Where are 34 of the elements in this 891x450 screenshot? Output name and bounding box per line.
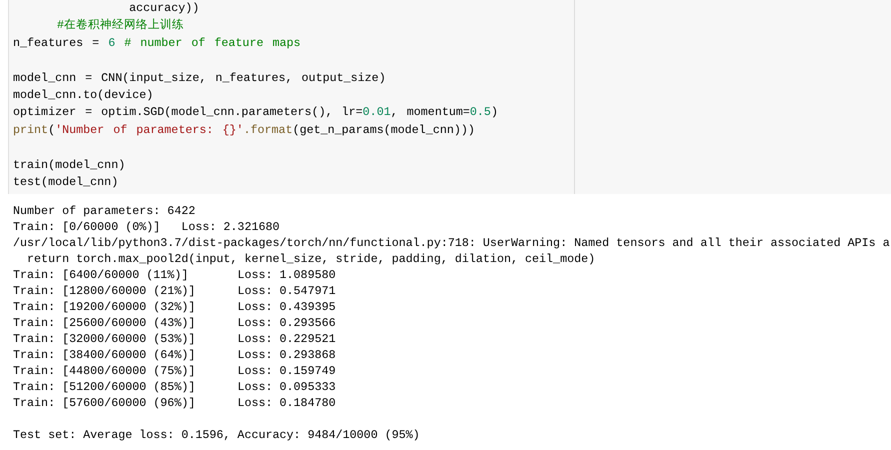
output-line: Train: [51200/60000 (85%)] Loss: 0.095333 [13, 379, 337, 395]
output-line: Train: [38400/60000 (64%)] Loss: 0.293868 [13, 347, 337, 363]
code-token: .format [243, 122, 293, 137]
output-line: Train: [19200/60000 (32%)] Loss: 0.439395 [13, 299, 337, 315]
code-token: # number of feature maps [123, 36, 301, 50]
code-token: 0.01 [362, 105, 391, 120]
code-token: 6 [108, 36, 116, 50]
code-token: n_features = [13, 36, 100, 50]
output-line: Train: [57600/60000 (96%)] Loss: 0.184780 [13, 395, 337, 411]
code-token: 'Number of parameters: {}' [55, 122, 244, 137]
code-token: model_cnn.to(device) [13, 88, 154, 102]
code-token: ( [48, 122, 56, 137]
output-line: Train: [25600/60000 (43%)] Loss: 0.293566 [13, 315, 337, 331]
code-token: #在卷积神经网络上训练 [57, 18, 184, 32]
output-line: Number of parameters: 6422 [13, 203, 196, 219]
code-token: optimizer = optim.SGD(model_cnn.parameters(), lr= [13, 105, 363, 120]
output-line: Train: [12800/60000 (21%)] Loss: 0.547971 [13, 283, 337, 299]
output-line: return torch.max_pool2d(input, kernel_size, stride, padding, dilation, ceil_mode) [26, 251, 596, 267]
output-line: Train: [0/60000 (0%)] Loss: 2.321680 [13, 219, 281, 235]
code-token: test(model_cnn) [13, 174, 118, 189]
output-line: Test set: Average loss: 0.1596, Accuracy: 9484/10000 (95%) [13, 427, 421, 443]
code-token: print [13, 122, 48, 137]
code-cell[interactable] [8, 0, 891, 194]
code-token: (get_n_params(model_cnn))) [292, 122, 475, 137]
code-token: 0.5 [470, 105, 491, 120]
code-token: train(model_cnn) [13, 158, 126, 172]
output-line: Train: [32000/60000 (53%)] Loss: 0.229521 [13, 331, 337, 347]
output-line: Train: [44800/60000 (75%)] Loss: 0.159749 [13, 363, 337, 379]
code-token: , momentum= [390, 105, 470, 120]
code-token: accuracy)) [128, 1, 200, 15]
output-line: Train: [6400/60000 (11%)] Loss: 1.089580 [13, 267, 337, 283]
output-line: /usr/local/lib/python3.7/dist-packages/torch/nn/functional.py:718: UserWarning: Named tensors and all their associated APIs a [13, 235, 891, 251]
code-token: model_cnn = CNN(input_size, n_features, output_size) [13, 70, 386, 85]
code-token: ) [490, 105, 498, 120]
